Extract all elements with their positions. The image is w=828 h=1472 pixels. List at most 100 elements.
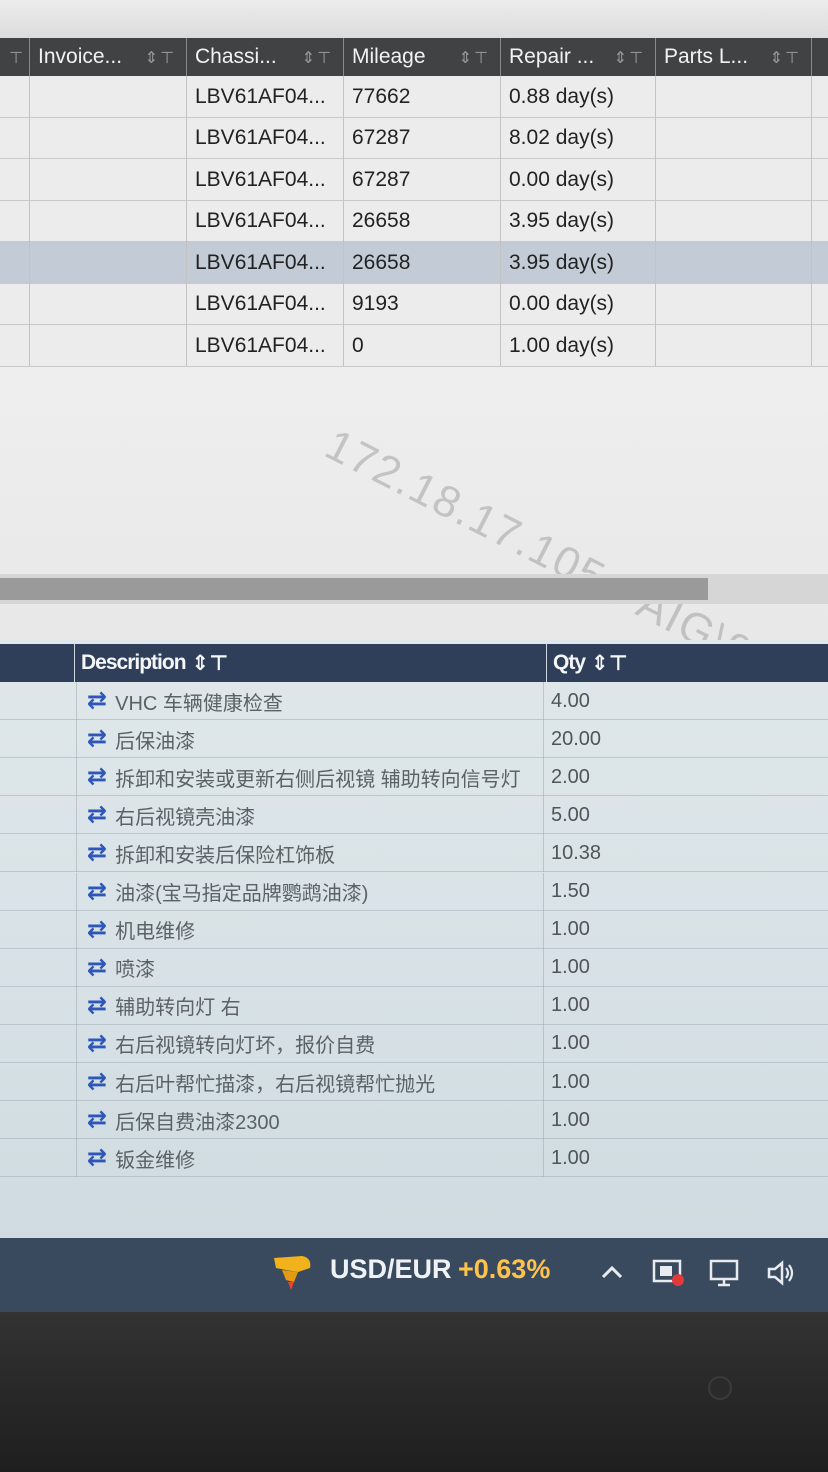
column-label: Mileage xyxy=(352,45,426,68)
cell-description: ⇄ 右后视镜壳油漆 xyxy=(76,796,544,835)
swap-icon[interactable]: ⇄ xyxy=(87,1108,107,1132)
swap-icon[interactable]: ⇄ xyxy=(87,803,107,827)
swap-icon[interactable]: ⇄ xyxy=(87,955,107,980)
volume-icon[interactable] xyxy=(766,1258,798,1295)
description-text: 拆卸和安装或更新右侧后视镜 辅助转向信号灯 xyxy=(115,768,521,791)
taskbar: USD/EUR +0.63% xyxy=(0,1238,828,1312)
cell-qty: 1.00 xyxy=(551,1108,590,1131)
swap-icon[interactable]: ⇄ xyxy=(87,917,107,942)
cell-parts xyxy=(656,283,812,325)
list-item[interactable]: ⇄ 后保自费油漆2300 1.00 xyxy=(0,1101,828,1140)
currency-widget-icon[interactable] xyxy=(268,1252,314,1294)
sort-filter-icon[interactable]: ⇕⊤ xyxy=(459,48,490,68)
list-item[interactable]: ⇄ 钣金维修 1.00 xyxy=(0,1139,828,1178)
table-row[interactable]: LBV61AF04... 26658 3.95 day(s) xyxy=(0,242,828,284)
list-item[interactable]: ⇄ 后保油漆 20.00 xyxy=(0,720,828,759)
sort-filter-icon[interactable]: ⇕⊤ xyxy=(145,48,176,68)
cell-mileage: 0 xyxy=(344,325,501,366)
filter-icon[interactable]: ⊤ xyxy=(9,48,25,68)
table-row[interactable]: LBV61AF04... 9193 0.00 day(s) xyxy=(0,283,828,325)
cell-repair: 0.00 day(s) xyxy=(501,283,656,325)
cell-qty: 10.38 xyxy=(551,841,602,864)
sort-filter-icon[interactable]: ⇕⊤ xyxy=(770,48,801,68)
sort-filter-icon[interactable]: ⇕⊤ xyxy=(614,48,645,68)
list-item[interactable]: ⇄ 辅助转向灯 右 1.00 xyxy=(0,986,828,1025)
cell-filler xyxy=(0,242,30,283)
cell-qty: 4.00 xyxy=(551,689,590,712)
list-item[interactable]: ⇄ 右后叶帮忙描漆，右后视镜帮忙抛光 1.00 xyxy=(0,1063,828,1101)
column-header-repair[interactable]: Repair ... ⇕⊤ xyxy=(501,38,656,76)
cell-description: ⇄ 后保油漆 xyxy=(76,720,544,759)
job-lines-header: Description ⇕⊤ Qty ⇕⊤ xyxy=(0,644,828,682)
cell-mileage: 67287 xyxy=(344,159,501,200)
cell-mileage: 67287 xyxy=(344,117,501,159)
description-text: 机电维修 xyxy=(115,921,196,944)
cell-description: ⇄ 油漆(宝马指定品牌鹦鹉油漆) xyxy=(76,872,544,911)
cell-description: ⇄ 后保自费油漆2300 xyxy=(76,1101,544,1140)
swap-icon[interactable]: ⇄ xyxy=(87,879,107,904)
column-header-filler[interactable]: ⊤ xyxy=(0,38,30,76)
column-label: Chassi... xyxy=(195,45,277,68)
ticker-name[interactable]: USD/EUR xyxy=(330,1254,452,1285)
cell-invoice xyxy=(30,159,187,200)
list-item[interactable]: ⇄ 右后视镜壳油漆 5.00 xyxy=(0,796,828,835)
cell-parts xyxy=(656,200,812,242)
description-text: 拆卸和安装后保险杠饰板 xyxy=(115,844,336,867)
cell-qty: 1.00 xyxy=(551,1070,590,1093)
cell-qty: 2.00 xyxy=(551,765,590,788)
cell-chassis: LBV61AF04... xyxy=(187,242,344,283)
sort-filter-icon[interactable]: ⇕⊤ xyxy=(192,651,229,676)
cell-description: ⇄ 辅助转向灯 右 xyxy=(76,986,544,1025)
swap-icon[interactable]: ⇄ xyxy=(87,1031,107,1056)
cell-description: ⇄ 右后叶帮忙描漆，右后视镜帮忙抛光 xyxy=(76,1063,544,1101)
list-item[interactable]: ⇄ 右后视镜转向灯坏，报价自费 1.00 xyxy=(0,1024,828,1063)
swap-icon[interactable]: ⇄ xyxy=(87,1070,107,1094)
description-text: VHC 车辆健康检查 xyxy=(115,692,283,715)
horizontal-scrollbar[interactable] xyxy=(0,574,828,604)
defender-icon[interactable] xyxy=(652,1258,686,1295)
swap-icon[interactable]: ⇄ xyxy=(87,727,107,751)
description-text: 后保油漆 xyxy=(115,730,196,753)
scrollbar-thumb[interactable] xyxy=(0,578,708,600)
column-header-description[interactable]: Description ⇕⊤ xyxy=(74,644,546,682)
network-icon[interactable] xyxy=(708,1258,742,1295)
table-row[interactable]: LBV61AF04... 67287 0.00 day(s) xyxy=(0,159,828,201)
column-header-qty[interactable]: Qty ⇕⊤ xyxy=(546,644,828,682)
column-header-parts[interactable]: Parts L... ⇕⊤ xyxy=(656,38,812,76)
list-item[interactable]: ⇄ 拆卸和安装后保险杠饰板 10.38 xyxy=(0,834,828,873)
swap-icon[interactable]: ⇄ xyxy=(87,993,107,1018)
cell-description: ⇄ 机电维修 xyxy=(76,910,544,949)
cell-description: ⇄ 喷漆 xyxy=(76,948,544,987)
sort-filter-icon[interactable]: ⇕⊤ xyxy=(302,48,333,68)
cell-qty: 1.00 xyxy=(551,1032,590,1055)
list-item[interactable]: ⇄ 拆卸和安装或更新右侧后视镜 辅助转向信号灯 2.00 xyxy=(0,758,828,797)
column-header-mileage[interactable]: Mileage ⇕⊤ xyxy=(344,38,501,76)
list-item[interactable]: ⇄ 喷漆 1.00 xyxy=(0,948,828,987)
table-row[interactable]: LBV61AF04... 26658 3.95 day(s) xyxy=(0,200,828,242)
cell-filler xyxy=(0,325,30,366)
table-row[interactable]: LBV61AF04... 0 1.00 day(s) xyxy=(0,325,828,367)
cell-repair: 3.95 day(s) xyxy=(501,200,656,242)
table-row[interactable]: LBV61AF04... 67287 8.02 day(s) xyxy=(0,117,828,159)
list-item[interactable]: ⇄ 油漆(宝马指定品牌鹦鹉油漆) 1.50 xyxy=(0,872,828,911)
swap-icon[interactable]: ⇄ xyxy=(87,841,107,865)
description-text: 右后视镜转向灯坏，报价自费 xyxy=(115,1035,376,1058)
table-row[interactable]: LBV61AF04... 77662 0.88 day(s) xyxy=(0,76,828,118)
column-header-invoice[interactable]: Invoice... ⇕⊤ xyxy=(30,38,187,76)
column-header-chassis[interactable]: Chassi... ⇕⊤ xyxy=(187,38,344,76)
sort-filter-icon[interactable]: ⇕⊤ xyxy=(591,651,628,676)
chevron-up-icon[interactable] xyxy=(598,1258,626,1293)
list-item[interactable]: ⇄ 机电维修 1.00 xyxy=(0,910,828,949)
description-text: 右后视镜壳油漆 xyxy=(115,806,256,829)
column-label: Invoice... xyxy=(38,45,123,68)
cell-qty: 5.00 xyxy=(551,803,590,826)
swap-icon[interactable]: ⇄ xyxy=(87,765,107,789)
swap-icon[interactable]: ⇄ xyxy=(87,1146,107,1170)
swap-icon[interactable]: ⇄ xyxy=(87,689,107,713)
list-item[interactable]: ⇄ VHC 车辆健康检查 4.00 xyxy=(0,682,828,720)
cell-mileage: 9193 xyxy=(344,283,501,325)
description-text: 喷漆 xyxy=(115,959,156,982)
cell-mileage: 26658 xyxy=(344,200,501,242)
cell-invoice xyxy=(30,117,187,159)
cell-invoice xyxy=(30,283,187,325)
